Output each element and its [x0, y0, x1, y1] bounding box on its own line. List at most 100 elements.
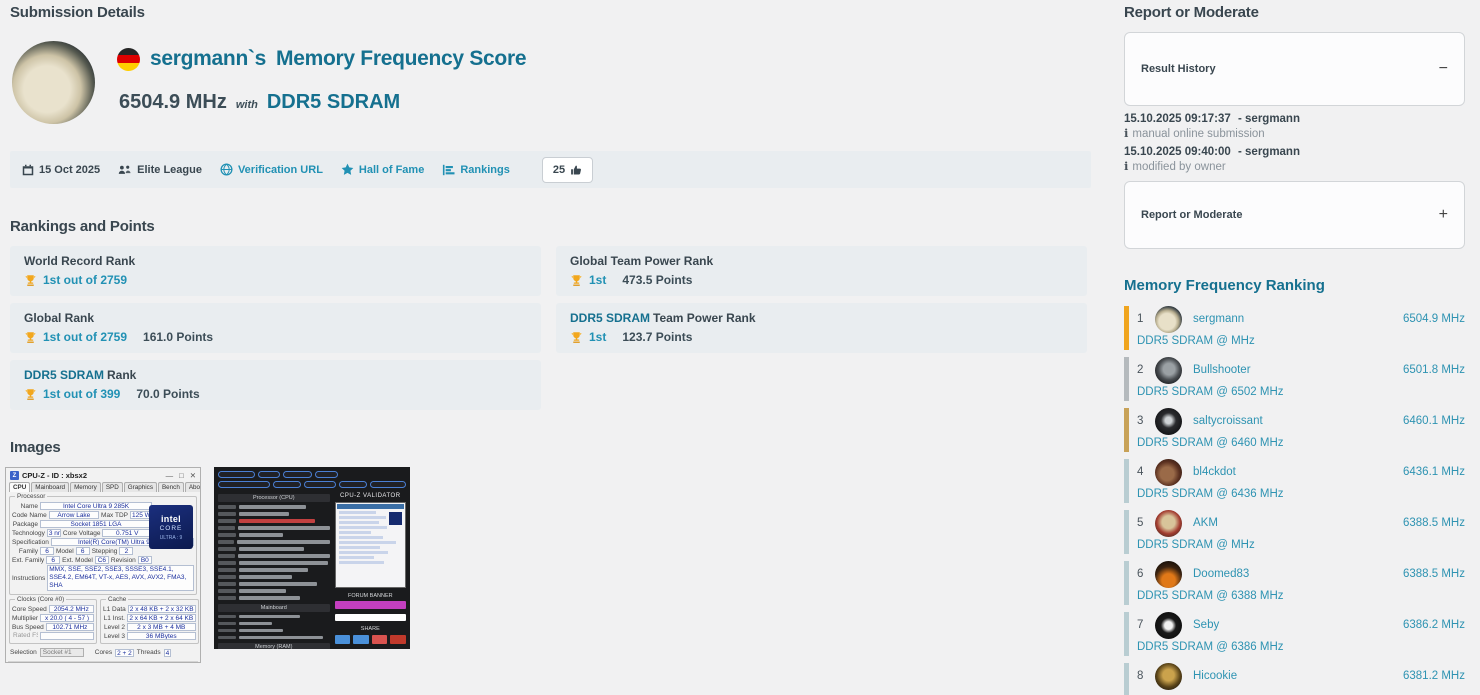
validator-title: CPU-Z VALIDATOR [340, 493, 401, 499]
hardware-sub-link[interactable]: DDR5 SDRAM @ 6386 MHz [1137, 639, 1465, 657]
user-link[interactable]: saltycroissant [1193, 415, 1263, 427]
data-row-stripe [218, 553, 330, 559]
report-or-moderate-panel[interactable]: Report or Moderate + [1124, 181, 1465, 249]
ranking-list-item[interactable]: 5 AKM 6388.5 MHz DDR5 SDRAM @ MHz [1124, 509, 1465, 555]
history-date: 15.10.2025 09:17:37 [1124, 113, 1231, 125]
rankings-cards: World Record Rank 1st out of 2759 Global… [10, 246, 1091, 410]
trophy-icon [25, 388, 36, 400]
rank-link[interactable]: 1st out of 2759 [43, 273, 127, 287]
avatar[interactable] [1155, 611, 1182, 639]
card-title: Team Power Rank [653, 311, 756, 325]
username-link[interactable]: sergmann`s [150, 47, 266, 71]
ranking-list-item[interactable]: 1 sergmann 6504.9 MHz DDR5 SDRAM @ MHz [1124, 305, 1465, 351]
cpuz-tab: SPD [101, 482, 123, 492]
avatar[interactable] [1155, 662, 1182, 690]
medal-bar [1124, 357, 1129, 401]
card-title-link[interactable]: DDR5 SDRAM [24, 368, 104, 382]
avatar[interactable] [1155, 560, 1182, 588]
result-history-panel[interactable]: Result History − [1124, 32, 1465, 106]
hall-of-fame-link[interactable]: Hall of Fame [341, 163, 424, 176]
verification-url-link[interactable]: Verification URL [220, 163, 323, 176]
rank-number: 8 [1137, 670, 1144, 682]
rank-link[interactable]: 1st out of 399 [43, 387, 120, 401]
user-link[interactable]: AKM [1193, 517, 1218, 529]
validator-screenshot-thumbnail[interactable]: Processor (CPU) Mainboard Memory (RAM) G… [214, 467, 410, 649]
avatar[interactable] [1155, 356, 1182, 384]
avatar[interactable] [12, 41, 95, 124]
star-icon [341, 163, 354, 175]
leaderboard-icon [443, 164, 455, 175]
sidebar: Report or Moderate Result History − 15.1… [1124, 4, 1465, 695]
medal-bar [1124, 510, 1129, 554]
user-link[interactable]: Doomed83 [1193, 568, 1249, 580]
submission-title: sergmann`s Memory Frequency Score [117, 47, 527, 71]
data-row-stripe [218, 518, 330, 524]
expand-plus-icon[interactable]: + [1439, 206, 1448, 224]
avatar[interactable] [1155, 407, 1182, 435]
cpuz-tab: CPU [9, 482, 31, 492]
hardware-sub-link[interactable]: DDR5 SDRAM @ MHz [1137, 537, 1465, 555]
card-title-link[interactable]: DDR5 SDRAM [570, 311, 650, 325]
score-value: 6504.9 MHz [119, 91, 227, 113]
cpuz-clocks-group: Clocks (Core #0) Core Speed 2054.2 MHz Mu… [9, 596, 97, 645]
history-entry: 15.10.2025 09:17:37 - sergmann i manual o… [1124, 113, 1465, 140]
rankings-link[interactable]: Rankings [442, 164, 510, 176]
hardware-sub-link[interactable]: DDR5 SDRAM @ 6388 MHz [1137, 588, 1465, 606]
cpuz-selection-row: Selection Socket #1 Cores 2 + 2 Threads … [10, 648, 172, 658]
score-value: 6460.1 MHz [1402, 415, 1465, 427]
hardware-sub-link[interactable]: DDR5 SDRAM @ 6502 MHz [1137, 384, 1465, 402]
cpuz-socket-select: Socket #1 [39, 648, 84, 658]
league-link[interactable]: Elite League [118, 164, 202, 176]
hardware-link[interactable]: DDR5 SDRAM [267, 91, 400, 114]
rank-number: 3 [1137, 415, 1144, 427]
likes-button[interactable]: 25 [541, 156, 594, 183]
ranking-list-item[interactable]: 4 bl4ckdot 6436.1 MHz DDR5 SDRAM @ 6436 … [1124, 458, 1465, 504]
ranking-list-item[interactable]: 3 saltycroissant 6460.1 MHz DDR5 SDRAM @… [1124, 407, 1465, 453]
user-link[interactable]: bl4ckdot [1193, 466, 1236, 478]
data-row-stripe [218, 614, 330, 620]
data-row-stripe [218, 588, 330, 594]
cpuz-app-icon: Z [10, 471, 19, 480]
cpuz-footer: CPU-Z Ver. 2.15.0.x64 Tools ▾ Validate C… [8, 661, 198, 662]
data-row-stripe [218, 574, 330, 580]
score-value: 6388.5 MHz [1402, 517, 1465, 529]
ranking-card: DDR5 SDRAM Rank 1st out of 399 70.0 Point… [10, 360, 541, 410]
ranking-list-item[interactable]: 8 Hicookie 6381.2 MHz [1124, 662, 1465, 695]
validator-url-field [334, 614, 406, 621]
rank-link[interactable]: 1st [589, 273, 606, 287]
trophy-icon [571, 274, 582, 286]
avatar[interactable] [1155, 305, 1182, 333]
data-row-stripe [218, 532, 330, 538]
collapse-minus-icon[interactable]: − [1439, 60, 1448, 78]
rank-link[interactable]: 1st [589, 330, 606, 344]
memory-frequency-ranking-title: Memory Frequency Ranking [1124, 277, 1325, 294]
points-value: 123.7 Points [622, 330, 693, 344]
cpuz-tab: Memory [70, 482, 101, 492]
rank-number: 6 [1137, 568, 1144, 580]
ranking-list-item[interactable]: 6 Doomed83 6388.5 MHz DDR5 SDRAM @ 6388 … [1124, 560, 1465, 606]
history-user: - sergmann [1238, 113, 1300, 125]
hardware-sub-link[interactable]: DDR5 SDRAM @ 6460 MHz [1137, 435, 1465, 453]
ranking-card: DDR5 SDRAM Team Power Rank 1st 123.7 Poin… [556, 303, 1087, 353]
data-row-stripe [218, 595, 330, 601]
ranking-list-item[interactable]: 7 Seby 6386.2 MHz DDR5 SDRAM @ 6386 MHz [1124, 611, 1465, 657]
trophy-icon [25, 274, 36, 286]
history-info: manual online submission [1132, 128, 1265, 140]
score-value: 6504.9 MHz [1402, 313, 1465, 325]
user-link[interactable]: Hicookie [1193, 670, 1237, 682]
ranking-list-item[interactable]: 2 Bullshooter 6501.8 MHz DDR5 SDRAM @ 65… [1124, 356, 1465, 402]
cpuz-screenshot-thumbnail[interactable]: Z CPU-Z - ID : xbsx2 — □ ✕ CPU Mainboard Mem… [5, 467, 201, 663]
avatar[interactable] [1155, 509, 1182, 537]
hardware-sub-link[interactable]: DDR5 SDRAM @ MHz [1137, 333, 1465, 351]
avatar[interactable] [1155, 458, 1182, 486]
cpuz-cache-group: Cache L1 Data 2 x 48 KB + 2 x 32 KB L1 In… [100, 596, 199, 645]
user-link[interactable]: Bullshooter [1193, 364, 1251, 376]
user-link[interactable]: sergmann [1193, 313, 1244, 325]
hardware-sub-link[interactable]: DDR5 SDRAM @ 6436 MHz [1137, 486, 1465, 504]
forum-banner-bar [334, 601, 406, 609]
user-link[interactable]: Seby [1193, 619, 1219, 631]
medal-bar [1124, 306, 1129, 350]
rank-link[interactable]: 1st out of 2759 [43, 330, 127, 344]
share-buttons [334, 635, 406, 644]
rank-number: 5 [1137, 517, 1144, 529]
